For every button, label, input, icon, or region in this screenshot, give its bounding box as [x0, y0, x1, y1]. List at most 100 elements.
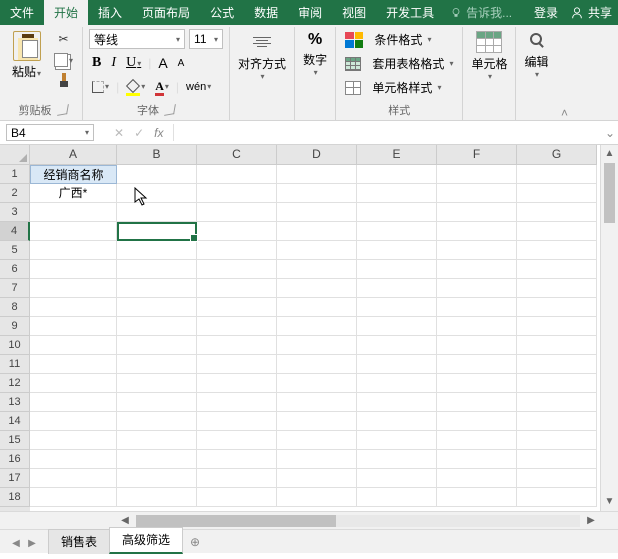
cell-styles-button[interactable]: 单元格样式▾ — [342, 77, 444, 98]
cell-G12[interactable] — [517, 374, 597, 393]
cell-C2[interactable] — [197, 184, 277, 203]
cell-B2[interactable] — [117, 184, 197, 203]
fx-button[interactable]: fx — [154, 126, 163, 140]
cell-G7[interactable] — [517, 279, 597, 298]
alignment-button[interactable]: 对齐方式 ▾ — [236, 29, 288, 83]
row-header-17[interactable]: 17 — [0, 469, 30, 488]
cell-F18[interactable] — [437, 488, 517, 507]
cell-F7[interactable] — [437, 279, 517, 298]
copy-button[interactable]: ▾ — [51, 51, 76, 69]
formula-input[interactable] — [173, 124, 596, 141]
add-sheet-button[interactable]: ⊕ — [182, 532, 208, 553]
cell-G2[interactable] — [517, 184, 597, 203]
cell-G15[interactable] — [517, 431, 597, 450]
cell-D13[interactable] — [277, 393, 357, 412]
increase-font-button[interactable]: A — [155, 53, 170, 73]
cell-D18[interactable] — [277, 488, 357, 507]
vertical-scrollbar[interactable]: ▲ ▼ — [600, 145, 618, 511]
cell-A6[interactable] — [30, 260, 117, 279]
cell-E15[interactable] — [357, 431, 437, 450]
cell-E18[interactable] — [357, 488, 437, 507]
cell-G6[interactable] — [517, 260, 597, 279]
row-header-12[interactable]: 12 — [0, 374, 30, 393]
cell-C9[interactable] — [197, 317, 277, 336]
name-box[interactable]: B4▾ — [6, 124, 94, 141]
cell-F5[interactable] — [437, 241, 517, 260]
cell-D1[interactable] — [277, 165, 357, 184]
cell-A5[interactable] — [30, 241, 117, 260]
cell-E16[interactable] — [357, 450, 437, 469]
cell-B9[interactable] — [117, 317, 197, 336]
paste-button[interactable]: 粘贴▾ — [10, 29, 43, 82]
tell-me[interactable]: 告诉我... — [444, 0, 518, 25]
row-headers[interactable]: 123456789101112131415161718 — [0, 165, 30, 511]
number-format-button[interactable]: % 数字 ▾ — [301, 29, 329, 79]
scroll-right-button[interactable]: ▶ — [582, 515, 600, 526]
font-size-combo[interactable]: 11▾ — [189, 29, 223, 49]
row-header-5[interactable]: 5 — [0, 241, 30, 260]
tab-home[interactable]: 开始 — [44, 0, 88, 25]
cell-D12[interactable] — [277, 374, 357, 393]
cell-B18[interactable] — [117, 488, 197, 507]
font-name-combo[interactable]: 等线▾ — [89, 29, 185, 49]
cell-A4[interactable] — [30, 222, 117, 241]
tab-formulas[interactable]: 公式 — [200, 0, 244, 25]
cell-A7[interactable] — [30, 279, 117, 298]
cell-B8[interactable] — [117, 298, 197, 317]
cell-E3[interactable] — [357, 203, 437, 222]
collapse-ribbon-button[interactable]: ˄ — [556, 27, 572, 120]
cell-C12[interactable] — [197, 374, 277, 393]
cell-A11[interactable] — [30, 355, 117, 374]
tab-page-layout[interactable]: 页面布局 — [132, 0, 200, 25]
row-header-4[interactable]: 4 — [0, 222, 30, 241]
cell-A3[interactable] — [30, 203, 117, 222]
enter-formula-button[interactable]: ✓ — [134, 126, 144, 140]
cell-F4[interactable] — [437, 222, 517, 241]
row-header-3[interactable]: 3 — [0, 203, 30, 222]
col-header-C[interactable]: C — [197, 145, 277, 165]
scroll-thumb[interactable] — [604, 163, 615, 223]
cell-C18[interactable] — [197, 488, 277, 507]
share-button[interactable]: 共享 — [564, 0, 618, 25]
cell-G3[interactable] — [517, 203, 597, 222]
cell-A17[interactable] — [30, 469, 117, 488]
sheet-nav-prev[interactable]: ◀ — [8, 538, 24, 553]
format-as-table-button[interactable]: 套用表格格式▾ — [342, 53, 456, 74]
col-header-A[interactable]: A — [30, 145, 117, 165]
cell-B13[interactable] — [117, 393, 197, 412]
cell-C17[interactable] — [197, 469, 277, 488]
cell-D17[interactable] — [277, 469, 357, 488]
cell-F17[interactable] — [437, 469, 517, 488]
cell-D6[interactable] — [277, 260, 357, 279]
select-all-corner[interactable] — [0, 145, 30, 165]
row-header-13[interactable]: 13 — [0, 393, 30, 412]
cell-A12[interactable] — [30, 374, 117, 393]
cell-E5[interactable] — [357, 241, 437, 260]
cell-C5[interactable] — [197, 241, 277, 260]
cell-B4[interactable] — [117, 222, 197, 241]
cell-C6[interactable] — [197, 260, 277, 279]
clipboard-dialog-launcher[interactable] — [57, 104, 69, 116]
cell-C1[interactable] — [197, 165, 277, 184]
cell-F2[interactable] — [437, 184, 517, 203]
cell-C14[interactable] — [197, 412, 277, 431]
cell-C11[interactable] — [197, 355, 277, 374]
borders-button[interactable]: ▾ — [89, 79, 112, 95]
cell-A14[interactable] — [30, 412, 117, 431]
cell-D16[interactable] — [277, 450, 357, 469]
cell-F1[interactable] — [437, 165, 517, 184]
cell-B1[interactable] — [117, 165, 197, 184]
row-header-11[interactable]: 11 — [0, 355, 30, 374]
cell-G14[interactable] — [517, 412, 597, 431]
cell-D2[interactable] — [277, 184, 357, 203]
cell-B6[interactable] — [117, 260, 197, 279]
cell-F14[interactable] — [437, 412, 517, 431]
sheet-tab-sales[interactable]: 销售表 — [48, 529, 110, 554]
tab-review[interactable]: 审阅 — [288, 0, 332, 25]
format-painter-button[interactable] — [54, 71, 74, 89]
cell-C13[interactable] — [197, 393, 277, 412]
cell-G4[interactable] — [517, 222, 597, 241]
cell-B16[interactable] — [117, 450, 197, 469]
col-header-G[interactable]: G — [517, 145, 597, 165]
cell-G17[interactable] — [517, 469, 597, 488]
